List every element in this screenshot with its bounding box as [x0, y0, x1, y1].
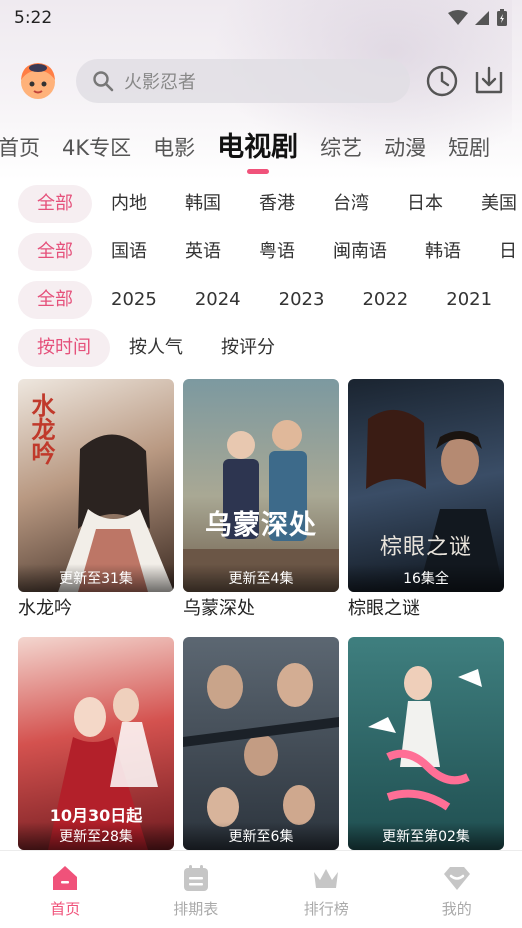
- sort-filter-row: 按时间 按人气 按评分: [18, 329, 294, 367]
- filter-chip[interactable]: 2024: [176, 281, 260, 319]
- series-title: 水龙吟: [18, 598, 72, 619]
- poster-title-text: 乌蒙深处: [205, 510, 317, 541]
- filter-chip[interactable]: 2022: [343, 281, 427, 319]
- series-title: 棕眼之谜: [348, 598, 420, 619]
- tab-label: 首页: [0, 136, 40, 160]
- filter-chip[interactable]: 全部: [18, 281, 92, 319]
- nav-label: 排期表: [173, 900, 219, 918]
- filter-chip[interactable]: 国语: [92, 233, 166, 271]
- search-row: 火影忍者: [0, 56, 522, 106]
- tab-label: 电影: [153, 136, 196, 160]
- home-icon: [53, 866, 78, 890]
- filter-chip[interactable]: 2021: [427, 281, 511, 319]
- wifi-icon: [448, 10, 468, 25]
- episode-badge: 更新至31集: [18, 564, 174, 592]
- nav-home[interactable]: 首页: [0, 851, 131, 928]
- nav-ranking[interactable]: 排行榜: [261, 851, 392, 928]
- tab-short-drama[interactable]: 短剧: [448, 128, 490, 168]
- tab-tv-series[interactable]: 电视剧: [217, 128, 299, 174]
- status-bar: 5:22: [0, 0, 522, 36]
- tab-label: 电视剧: [217, 132, 299, 163]
- filter-chip[interactable]: 台湾: [314, 185, 388, 223]
- episode-badge: 更新至4集: [183, 564, 339, 592]
- series-card[interactable]: 棕眼之谜 16集全 棕眼之谜: [348, 379, 504, 622]
- series-card[interactable]: 10月30日起 更新至28集: [18, 637, 174, 880]
- filter-chip[interactable]: 全部: [18, 185, 92, 223]
- filter-chip[interactable]: 日: [480, 233, 522, 271]
- calendar-icon: [183, 865, 208, 891]
- filter-chip[interactable]: 韩语: [406, 233, 480, 271]
- series-poster[interactable]: 更新至6集: [183, 637, 339, 850]
- tab-label: 短剧: [448, 136, 491, 160]
- nav-label: 排行榜: [303, 900, 349, 918]
- filter-chip[interactable]: 美国: [462, 185, 522, 223]
- tab-4k[interactable]: 4K专区: [62, 128, 131, 168]
- episode-badge: 更新至第02集: [348, 822, 504, 850]
- sort-chip[interactable]: 按时间: [18, 329, 110, 367]
- filter-chip[interactable]: 粤语: [240, 233, 314, 271]
- bottom-nav: 首页 排期表 排行榜 我的: [0, 850, 522, 928]
- filter-chip[interactable]: 闽南语: [314, 233, 406, 271]
- year-filter-row: 全部 2025 2024 2023 2022 2021: [18, 281, 511, 319]
- search-placeholder: 火影忍者: [124, 72, 196, 93]
- filter-chip[interactable]: 2023: [260, 281, 344, 319]
- poster-title-text: 水龙吟: [27, 393, 55, 465]
- language-filter-row: 全部 国语 英语 粤语 闽南语 韩语 日: [18, 233, 522, 271]
- series-card[interactable]: 乌蒙深处 更新至4集 乌蒙深处: [183, 379, 339, 622]
- nav-label: 我的: [441, 900, 472, 918]
- profile-icon: [443, 867, 470, 890]
- battery-icon: [497, 9, 507, 26]
- sort-chip[interactable]: 按评分: [202, 329, 294, 367]
- tab-anime[interactable]: 动漫: [384, 128, 426, 168]
- status-icons: [448, 9, 508, 27]
- active-tab-indicator: [246, 169, 269, 174]
- poster-title-text: 棕眼之谜: [379, 535, 472, 560]
- tab-variety[interactable]: 综艺: [320, 128, 362, 168]
- nav-profile[interactable]: 我的: [392, 851, 522, 928]
- filter-chip[interactable]: 日本: [388, 185, 462, 223]
- series-poster[interactable]: 10月30日起 更新至28集: [18, 637, 174, 850]
- episode-badge: 16集全: [348, 564, 504, 592]
- series-poster[interactable]: 棕眼之谜 16集全: [348, 379, 504, 592]
- history-icon[interactable]: [425, 64, 459, 98]
- poster-art: [368, 666, 482, 811]
- poster-art: [183, 663, 339, 827]
- filter-chip[interactable]: 韩国: [166, 185, 240, 223]
- episode-badge: 更新至28集: [18, 822, 174, 850]
- avatar[interactable]: [16, 58, 60, 102]
- poster-art: [183, 420, 339, 592]
- series-poster[interactable]: 更新至第02集: [348, 637, 504, 850]
- sort-chip[interactable]: 按人气: [110, 329, 202, 367]
- status-time: 5:22: [14, 8, 53, 28]
- tab-label: 动漫: [384, 136, 427, 160]
- nav-label: 首页: [50, 900, 81, 918]
- filter-chip[interactable]: 香港: [240, 185, 314, 223]
- crown-icon: [314, 869, 339, 888]
- series-card[interactable]: 更新至第02集: [348, 637, 504, 880]
- region-filter-row: 全部 内地 韩国 香港 台湾 日本 美国: [18, 185, 522, 223]
- filter-chip[interactable]: 2025: [92, 281, 176, 319]
- search-input[interactable]: 火影忍者: [76, 59, 410, 103]
- episode-badge: 更新至6集: [183, 822, 339, 850]
- download-icon[interactable]: [471, 62, 507, 98]
- filter-chip[interactable]: 全部: [18, 233, 92, 271]
- series-poster[interactable]: 乌蒙深处 更新至4集: [183, 379, 339, 592]
- series-poster[interactable]: 水龙吟 更新至31集: [18, 379, 174, 592]
- category-tabs: 首页 4K专区 电影 电视剧 综艺 动漫 短剧: [0, 128, 512, 174]
- series-card[interactable]: 更新至6集: [183, 637, 339, 880]
- signal-icon: [475, 11, 489, 25]
- series-title: 乌蒙深处: [183, 598, 255, 619]
- tab-movies[interactable]: 电影: [153, 128, 195, 168]
- series-card[interactable]: 水龙吟 更新至31集 水龙吟: [18, 379, 174, 622]
- nav-schedule[interactable]: 排期表: [131, 851, 262, 928]
- tab-label: 4K专区: [62, 136, 132, 160]
- tab-home[interactable]: 首页: [0, 128, 40, 168]
- filter-chip[interactable]: 英语: [166, 233, 240, 271]
- filter-chip[interactable]: 内地: [92, 185, 166, 223]
- search-icon: [93, 71, 114, 92]
- tab-label: 综艺: [320, 136, 363, 160]
